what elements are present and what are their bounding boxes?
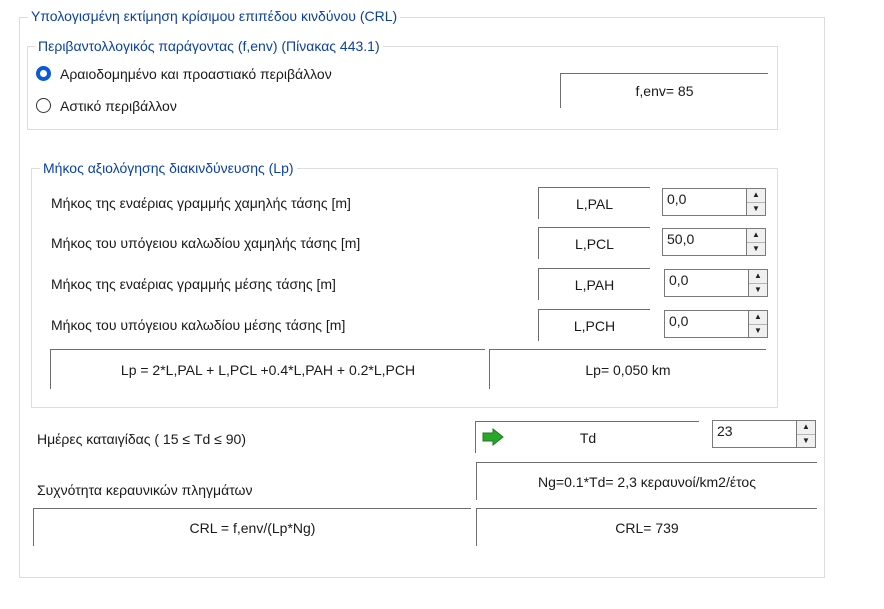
lpch-input[interactable]: 0,0 bbox=[664, 310, 748, 338]
lp-result: Lp= 0,050 km bbox=[489, 349, 766, 389]
lpal-label: Μήκος της εναέριας γραμμής χαμηλής τάσης… bbox=[51, 195, 351, 211]
radio-suburban[interactable] bbox=[36, 66, 51, 81]
lpah-input[interactable]: 0,0 bbox=[664, 269, 748, 297]
lpal-symbol: L,PAL bbox=[538, 187, 650, 219]
up-arrow-icon[interactable]: ▲ bbox=[749, 270, 767, 284]
down-arrow-icon[interactable]: ▼ bbox=[749, 325, 767, 338]
down-arrow-icon[interactable]: ▼ bbox=[747, 203, 765, 216]
crl-formula: CRL = f,env/(Lp*Ng) bbox=[33, 508, 471, 546]
radio-urban-label[interactable]: Αστικό περιβάλλον bbox=[60, 97, 177, 115]
up-arrow-icon[interactable]: ▲ bbox=[747, 189, 765, 203]
lpah-label: Μήκος της εναέριας γραμμής μέσης τάσης [… bbox=[51, 276, 336, 292]
td-stepper[interactable]: 23 ▲ ▼ bbox=[712, 420, 816, 448]
lpcl-label: Μήκος του υπόγειου καλωδίου χαμηλής τάση… bbox=[51, 235, 361, 251]
td-symbol-box: Td bbox=[475, 421, 699, 453]
down-arrow-icon[interactable]: ▼ bbox=[749, 284, 767, 297]
td-symbol: Td bbox=[579, 430, 597, 446]
lp-group-title: Μήκος αξιολόγησης διακινδύνευσης (Lp) bbox=[40, 159, 297, 177]
storm-days-label: Ημέρες καταιγίδας ( 15 ≤ Td ≤ 90) bbox=[37, 431, 246, 447]
lpal-stepper[interactable]: 0,0 ▲ ▼ bbox=[662, 188, 766, 216]
crl-group-title: Υπολογισμένη εκτίμηση κρίσιμου επιπέδου … bbox=[28, 7, 401, 25]
env-group-title: Περιβαντολλογικός παράγοντας (f,env) (Πί… bbox=[35, 37, 383, 55]
lpch-stepper[interactable]: 0,0 ▲ ▼ bbox=[664, 310, 768, 338]
ng-result: Ng=0.1*Td= 2,3 κεραυνοί/km2/έτος bbox=[476, 462, 817, 500]
lpcl-symbol: L,PCL bbox=[538, 227, 650, 259]
lpah-stepper[interactable]: 0,0 ▲ ▼ bbox=[664, 269, 768, 297]
down-arrow-icon[interactable]: ▼ bbox=[747, 243, 765, 256]
lpal-input[interactable]: 0,0 bbox=[662, 188, 746, 216]
lpah-symbol: L,PAH bbox=[538, 268, 650, 300]
down-arrow-icon[interactable]: ▼ bbox=[797, 435, 815, 448]
crl-result: CRL= 739 bbox=[476, 508, 817, 546]
up-arrow-icon[interactable]: ▲ bbox=[747, 229, 765, 243]
lpch-label: Μήκος του υπόγειου καλωδίου μέσης τάσης … bbox=[51, 317, 346, 333]
up-arrow-icon[interactable]: ▲ bbox=[749, 311, 767, 325]
radio-urban[interactable] bbox=[36, 98, 51, 113]
fenv-result: f,env= 85 bbox=[560, 73, 768, 108]
radio-suburban-label[interactable]: Αραιοδομημένο και προαστιακό περιβάλλον bbox=[60, 65, 332, 83]
td-input[interactable]: 23 bbox=[712, 420, 796, 448]
lpcl-input[interactable]: 50,0 bbox=[662, 228, 746, 256]
up-arrow-icon[interactable]: ▲ bbox=[797, 421, 815, 435]
lp-formula: Lp = 2*L,PAL + L,PCL +0.4*L,PAH + 0.2*L,… bbox=[50, 349, 485, 389]
lpch-symbol: L,PCH bbox=[538, 309, 650, 341]
lpcl-stepper[interactable]: 50,0 ▲ ▼ bbox=[662, 228, 766, 256]
flash-density-label: Συχνότητα κεραυνικών πληγμάτων bbox=[37, 482, 253, 498]
